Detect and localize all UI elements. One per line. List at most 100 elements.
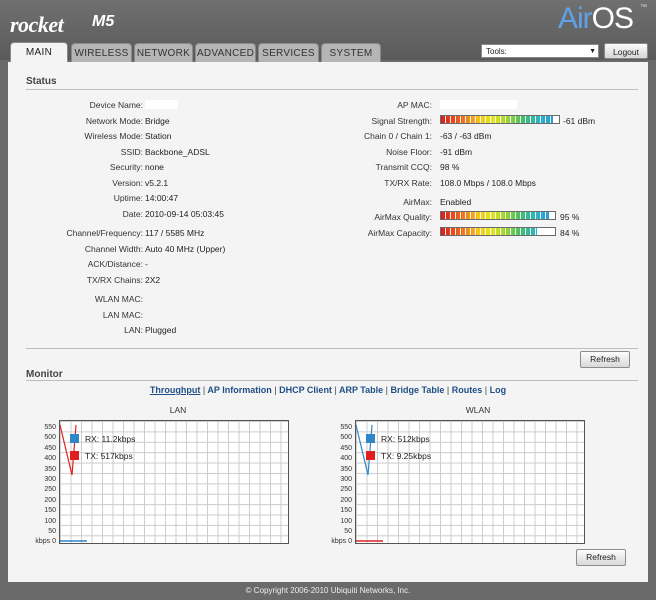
lan-rx-legend: RX: 11.2kbps <box>85 434 136 444</box>
network-mode-label: Network Mode: <box>85 116 143 126</box>
logout-button[interactable]: Logout <box>604 43 648 59</box>
noise-floor-value: -91 dBm <box>440 147 473 157</box>
airmax-capacity-meter <box>440 227 556 236</box>
ack-distance-label: ACK/Distance: <box>87 259 143 269</box>
lan-chart-title: LAN <box>169 405 187 415</box>
channel-width-value: Auto 40 MHz (Upper) <box>145 244 226 254</box>
model-logo: M5 <box>92 13 115 30</box>
y-tick-label: 450 <box>340 444 352 452</box>
monitor-title: Monitor <box>26 369 63 380</box>
wireless-mode-label: Wireless Mode: <box>84 131 143 141</box>
tab-network[interactable]: NETWORK <box>134 43 193 62</box>
y-tick-label: 150 <box>340 507 352 515</box>
tab-advanced[interactable]: ADVANCED <box>195 43 256 62</box>
y-tick-label: 250 <box>340 486 352 494</box>
y-tick-label: 100 <box>44 517 56 525</box>
ack-distance-value: - <box>145 259 148 269</box>
channel-width-label: Channel Width: <box>84 244 143 254</box>
tab-system[interactable]: SYSTEM <box>321 43 381 62</box>
link-bridge-table[interactable]: Bridge Table <box>391 385 445 395</box>
signal-strength-meter <box>440 115 560 124</box>
y-tick-label: 550 <box>44 424 56 431</box>
ap-mac-label: AP MAC: <box>397 100 432 110</box>
link-ap-information[interactable]: AP Information <box>207 385 271 395</box>
lan-tx-legend: TX: 517kbps <box>85 451 133 461</box>
lan-tx-line <box>60 424 77 476</box>
link-separator: | <box>446 385 450 395</box>
link-dhcp-client[interactable]: DHCP Client <box>279 385 332 395</box>
lan-value: Plugged <box>145 325 177 335</box>
y-tick-label: 350 <box>44 465 56 473</box>
airmax-value: Enabled <box>440 197 472 207</box>
link-separator: | <box>385 385 389 395</box>
uptime-value: 14:00:47 <box>145 193 179 203</box>
copyright-footer: © Copyright 2006-2010 Ubiquiti Networks,… <box>245 586 411 595</box>
y-tick-label: 350 <box>340 465 352 473</box>
status-refresh-button[interactable]: Refresh <box>580 351 630 368</box>
signal-strength-fill <box>441 116 554 123</box>
wlan-chart-title: WLAN <box>465 405 491 415</box>
link-separator: | <box>334 385 337 395</box>
link-arp-table[interactable]: ARP Table <box>339 385 383 395</box>
transmit-ccq-label: Transmit CCQ: <box>375 162 432 172</box>
link-separator: | <box>484 385 488 395</box>
divider <box>26 89 638 90</box>
monitor-refresh-button[interactable]: Refresh <box>576 549 626 566</box>
link-separator: | <box>274 385 277 395</box>
airmax-quality-meter <box>440 211 556 220</box>
tab-services[interactable]: SERVICES <box>258 43 319 62</box>
status-title: Status <box>26 76 57 87</box>
wlan-tx-legend: TX: 9.25kbps <box>381 451 432 461</box>
chain-value: -63 / -63 dBm <box>440 131 492 141</box>
y-tick-label: 300 <box>340 476 352 483</box>
divider <box>26 348 638 349</box>
y-tick-label: 500 <box>340 434 352 442</box>
airos-logo: AirOS <box>558 2 634 35</box>
txrx-rate-label: TX/RX Rate: <box>384 178 432 188</box>
link-log[interactable]: Log <box>490 385 507 395</box>
link-routes[interactable]: Routes <box>452 385 483 395</box>
y-tick-label: 50 <box>48 528 56 535</box>
tab-wireless[interactable]: WIRELESS <box>71 43 132 62</box>
divider <box>26 380 638 381</box>
date-label: Date: <box>122 209 143 219</box>
airmax-capacity-fill <box>441 228 537 235</box>
channel-frequency-label: Channel/Frequency: <box>66 228 143 238</box>
ssid-label: SSID: <box>120 147 143 157</box>
y-tick-label: 200 <box>340 496 352 504</box>
noise-floor-label: Noise Floor: <box>386 147 432 157</box>
airmax-capacity-label: AirMax Capacity: <box>367 228 432 238</box>
y-tick-label: 550 <box>340 424 352 431</box>
link-separator: | <box>202 385 206 395</box>
security-label: Security: <box>109 162 143 172</box>
network-mode-value: Bridge <box>145 116 170 126</box>
lan-rx-swatch <box>70 434 79 443</box>
ap-mac-value <box>440 100 517 109</box>
y-tick-label: 400 <box>340 455 352 463</box>
transmit-ccq-value: 98 % <box>440 162 460 172</box>
lan-chart: RX: 11.2kbps TX: 517kbps <box>59 420 289 544</box>
security-value: none <box>145 162 164 172</box>
main-panel: Status Device Name: Network Mode: Bridge… <box>8 62 648 582</box>
airmax-capacity-value: 84 % <box>560 228 580 238</box>
airmax-quality-label: AirMax Quality: <box>374 212 432 222</box>
tools-select[interactable]: Tools: ▼ <box>481 44 599 58</box>
y-tick-label: 300 <box>44 476 56 483</box>
chain-label: Chain 0 / Chain 1: <box>363 131 432 141</box>
lan-mac-label: LAN MAC: <box>102 310 143 320</box>
link-throughput[interactable]: Throughput <box>150 385 200 395</box>
tab-main[interactable]: MAIN <box>10 42 68 63</box>
wlan-mac-label: WLAN MAC: <box>94 294 143 304</box>
device-name-label: Device Name: <box>89 100 143 110</box>
wlan-chart: RX: 512kbps TX: 9.25kbps <box>355 420 585 544</box>
signal-strength-value: -61 dBm <box>563 116 596 126</box>
y-tick-label: 450 <box>44 444 56 452</box>
channel-frequency-value: 117 / 5585 MHz <box>145 228 205 238</box>
wlan-rx-swatch <box>366 434 375 443</box>
wireless-mode-value: Station <box>145 131 172 141</box>
uptime-label: Uptime: <box>113 193 143 203</box>
version-label: Version: <box>112 178 143 188</box>
airmax-label: AirMax: <box>403 197 432 207</box>
device-name-value <box>145 100 178 109</box>
airmax-quality-fill <box>441 212 550 219</box>
